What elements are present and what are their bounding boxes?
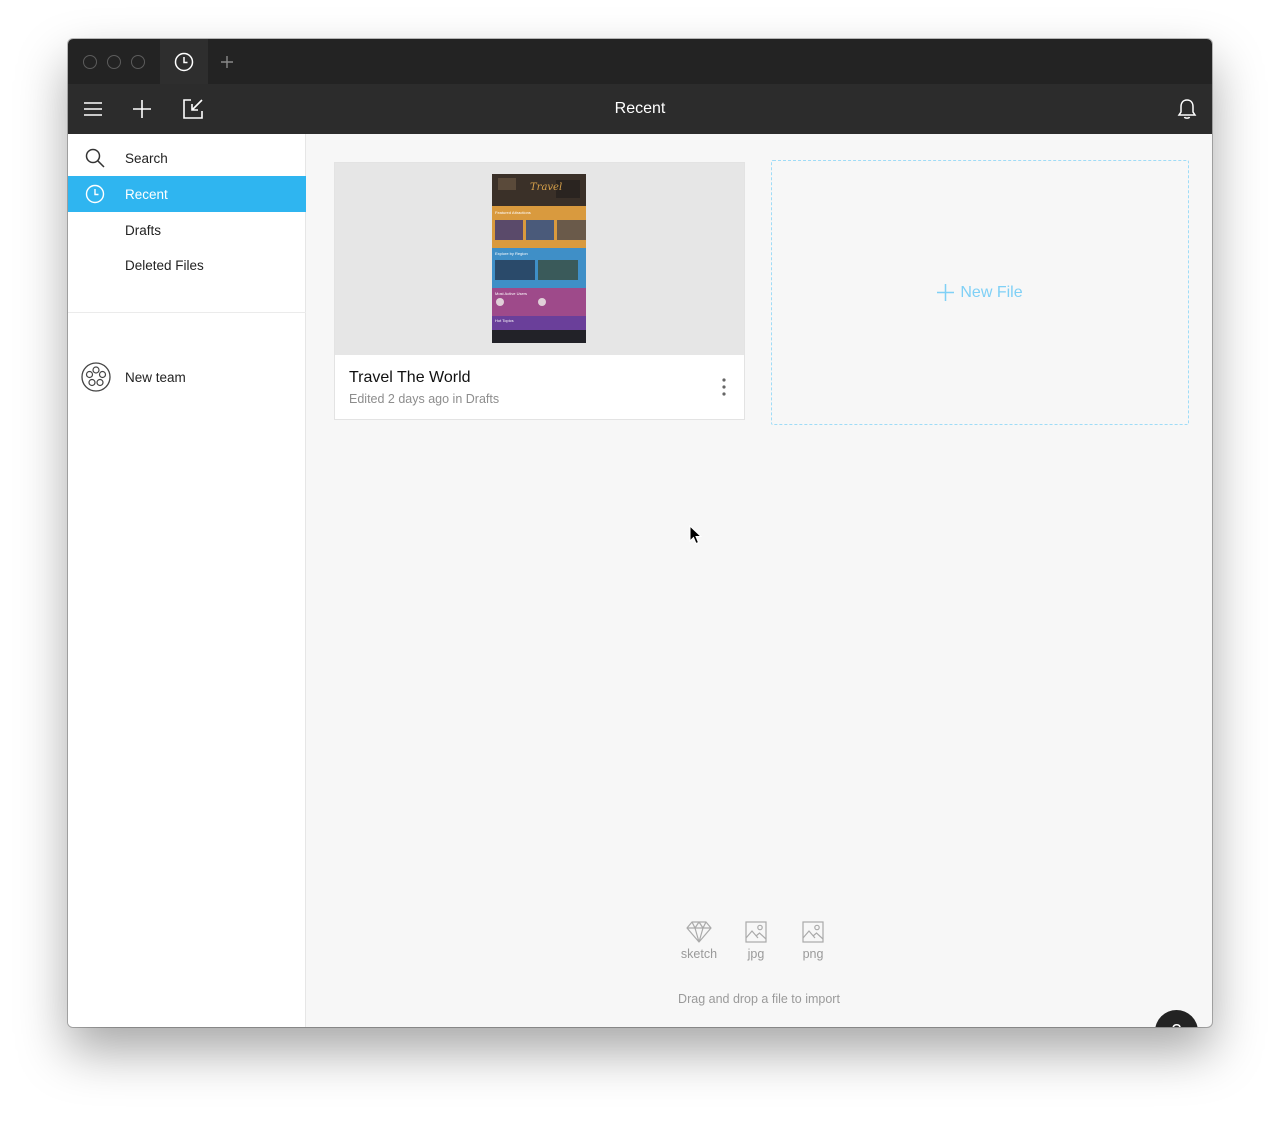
new-file-button[interactable]: New File bbox=[771, 160, 1189, 425]
minimize-window-button[interactable] bbox=[107, 55, 121, 69]
help-button[interactable]: ? bbox=[1155, 1010, 1198, 1027]
format-label: png bbox=[802, 947, 824, 961]
mouse-cursor bbox=[689, 524, 703, 550]
image-icon bbox=[788, 920, 838, 944]
file-title: Travel The World bbox=[349, 369, 471, 386]
thumbnail-preview: Travel Featured Attractions Explore by R… bbox=[492, 174, 586, 343]
close-window-button[interactable] bbox=[83, 55, 97, 69]
team-circle-icon bbox=[81, 362, 111, 392]
title-bar bbox=[68, 39, 1212, 84]
image-icon bbox=[731, 920, 781, 944]
sidebar-item-new-team[interactable]: New team bbox=[68, 359, 306, 395]
notifications-button[interactable] bbox=[1172, 94, 1202, 124]
file-subtitle: Edited 2 days ago in Drafts bbox=[349, 392, 500, 406]
clock-icon bbox=[84, 183, 106, 205]
format-label: sketch bbox=[680, 947, 718, 961]
thumbnail-section: Hot Topics bbox=[495, 318, 514, 323]
thumbnail-section: Most Active Users bbox=[495, 291, 528, 296]
thumbnail-section: Featured Attractions bbox=[495, 210, 531, 215]
format-label: jpg bbox=[747, 947, 765, 961]
add-tab-button[interactable] bbox=[214, 39, 240, 84]
hamburger-menu-icon bbox=[84, 102, 102, 116]
import-button[interactable] bbox=[178, 94, 208, 124]
import-formats: sketch jpg png bbox=[674, 920, 838, 964]
sidebar-item-label: Recent bbox=[125, 186, 168, 202]
sidebar-divider bbox=[68, 312, 306, 313]
import-arrow-icon bbox=[183, 99, 203, 119]
more-vertical-icon bbox=[722, 378, 726, 396]
sidebar-item-drafts[interactable]: Drafts bbox=[68, 212, 306, 248]
sidebar-item-label: New team bbox=[125, 369, 186, 385]
thumbnail-title: Travel bbox=[530, 182, 563, 193]
sidebar-item-label: Deleted Files bbox=[125, 257, 204, 273]
format-png: png bbox=[788, 920, 838, 961]
app-window: Recent Search Recent Drafts Deleted File… bbox=[68, 39, 1212, 1027]
thumbnail-section: Explore by Region bbox=[495, 251, 528, 256]
plus-icon bbox=[937, 284, 955, 301]
plus-icon bbox=[133, 100, 151, 118]
main-content: Travel Featured Attractions Explore by R… bbox=[306, 134, 1212, 1027]
sidebar-item-label: Drafts bbox=[125, 222, 162, 238]
toolbar: Recent bbox=[68, 84, 1212, 134]
sidebar: Search Recent Drafts Deleted Files New t… bbox=[68, 134, 306, 1027]
sidebar-item-deleted-files[interactable]: Deleted Files bbox=[68, 247, 306, 283]
search-icon bbox=[84, 147, 106, 169]
sidebar-item-label: Search bbox=[125, 150, 168, 166]
sketch-diamond-icon bbox=[674, 920, 724, 944]
format-jpg: jpg bbox=[731, 920, 781, 961]
bell-icon bbox=[1177, 99, 1197, 119]
file-more-button[interactable] bbox=[716, 375, 732, 399]
new-file-label: New File bbox=[960, 283, 1023, 301]
tab-recent[interactable] bbox=[160, 39, 208, 84]
format-sketch: sketch bbox=[674, 920, 724, 961]
file-card[interactable]: Travel Featured Attractions Explore by R… bbox=[334, 162, 745, 420]
sidebar-item-recent[interactable]: Recent bbox=[68, 176, 306, 212]
menu-button[interactable] bbox=[78, 94, 108, 124]
import-hint: Drag and drop a file to import bbox=[678, 992, 840, 1006]
sidebar-item-search[interactable]: Search bbox=[68, 140, 306, 176]
new-file-toolbar-button[interactable] bbox=[127, 94, 157, 124]
plus-icon bbox=[221, 55, 233, 68]
file-thumbnail: Travel Featured Attractions Explore by R… bbox=[335, 163, 744, 355]
clock-icon bbox=[174, 52, 194, 71]
page-title: Recent bbox=[614, 100, 666, 117]
zoom-window-button[interactable] bbox=[131, 55, 145, 69]
